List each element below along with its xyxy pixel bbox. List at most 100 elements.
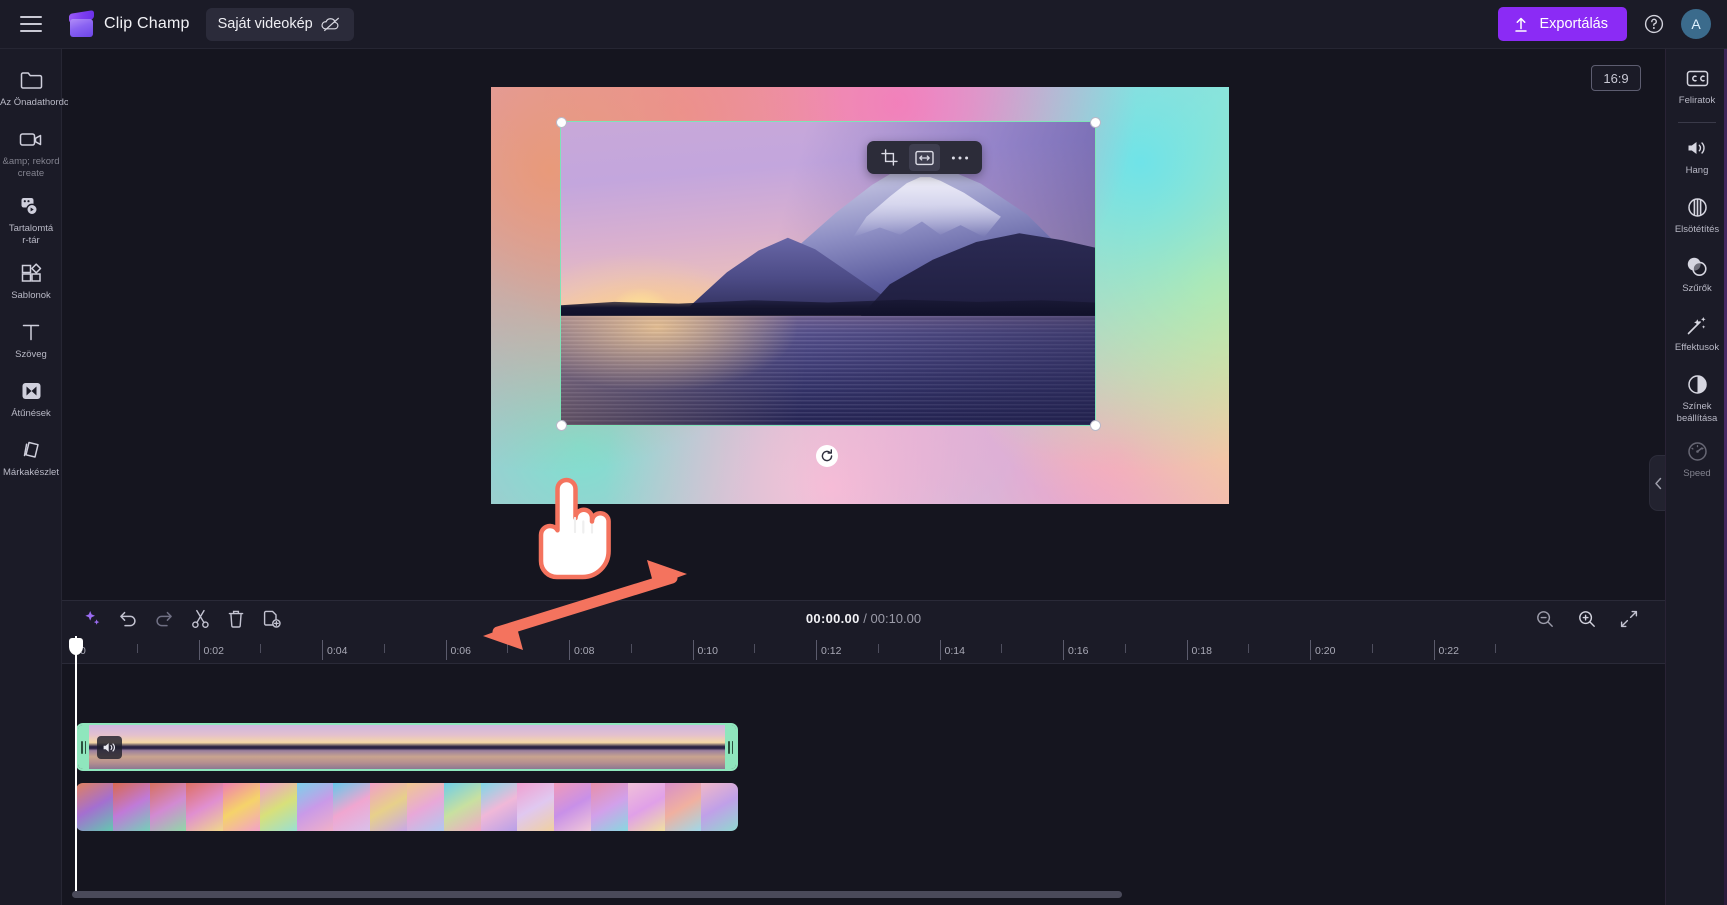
clipchamp-logo-icon (68, 9, 95, 37)
avatar[interactable]: A (1681, 9, 1711, 39)
project-name-chip[interactable]: Saját videokép (205, 7, 354, 41)
clip-thumbnail-frame (407, 783, 444, 831)
playhead-handle[interactable] (69, 638, 83, 655)
ruler-tick-major (198, 640, 200, 660)
more-options-button[interactable] (944, 144, 975, 171)
ruler-tick-minor (383, 644, 385, 653)
clip-floating-toolbar (867, 141, 982, 174)
sidebar-item-label: Speed (1683, 468, 1711, 479)
ruler-tick-minor (260, 644, 262, 653)
zoom-in-button[interactable] (1573, 606, 1601, 632)
crop-button[interactable] (874, 144, 905, 171)
hamburger-icon[interactable] (12, 5, 50, 43)
right-sidebar-collapse-toggle[interactable] (1649, 455, 1665, 511)
clip-thumbnail-frame (664, 783, 702, 831)
zoom-out-icon (1537, 610, 1553, 627)
clip-audio-toggle[interactable] (97, 736, 122, 759)
sidebar-item-brand-kit[interactable]: Márkakészlet (0, 429, 62, 488)
top-bar: Clip Champ Saját videokép Exportálás A (0, 0, 1727, 49)
ruler-tick-major (692, 640, 694, 660)
current-time: 00:00.00 (805, 611, 860, 626)
ruler-tick-label: 0:20 (1315, 645, 1336, 657)
clip-trim-handle-left[interactable] (78, 725, 89, 769)
video-canvas[interactable] (491, 87, 1229, 504)
export-button[interactable]: Exportálás (1498, 7, 1627, 41)
sidebar-item-audio[interactable]: Hang (1666, 127, 1727, 186)
resize-handle-bottom-left[interactable] (555, 419, 567, 431)
more-horizontal-icon (951, 156, 968, 159)
sidebar-item-effects[interactable]: Effektusok (1666, 304, 1727, 363)
templates-grid-icon (20, 261, 43, 285)
help-circle-icon[interactable] (1641, 11, 1667, 37)
ruler-tick-minor (1001, 644, 1003, 653)
timeline-toolbar-right (1531, 606, 1665, 632)
resize-handle-bottom-right[interactable] (1089, 419, 1101, 431)
ruler-tick-major (816, 640, 817, 660)
ruler-tick-label: 0:04 (327, 645, 348, 657)
time-display: 00:00.00 / 00:10.00 (62, 611, 1665, 626)
resize-handle-top-right[interactable] (1089, 116, 1101, 128)
clip-trim-handle-right[interactable] (725, 725, 736, 769)
brand-logo-link[interactable]: Clip Champ (68, 9, 190, 37)
clip-thumbnail-frame (76, 783, 113, 831)
timeline-tracks[interactable] (62, 664, 1665, 891)
aspect-ratio-label: 16:9 (1603, 70, 1629, 86)
clip-thumbnail-frame (219, 725, 266, 769)
split-button[interactable] (186, 606, 214, 632)
content-library-icon (19, 194, 43, 218)
sidebar-item-captions[interactable]: Feliratok (1666, 57, 1727, 116)
ai-tools-button[interactable] (78, 606, 106, 632)
total-time: 00:10.00 (870, 611, 922, 626)
rotate-icon (821, 449, 833, 462)
table-row[interactable] (76, 783, 738, 831)
sidebar-item-label: Szöveg (15, 349, 47, 360)
clip-thumbnail-frame (296, 783, 334, 831)
clip-thumbnail-frame (125, 725, 172, 769)
sidebar-item-media[interactable]: Az Önadathordozója (0, 59, 68, 118)
sidebar-item-templates[interactable]: Sablonok (0, 252, 62, 311)
clip-thumbnail-frame (333, 783, 371, 831)
sidebar-item-speed[interactable]: Speed (1666, 430, 1727, 489)
undo-button[interactable] (114, 606, 142, 632)
folder-icon (19, 68, 44, 92)
aspect-ratio-button[interactable]: 16:9 (1591, 65, 1641, 91)
avatar-initial: A (1691, 16, 1701, 32)
video-camera-icon (18, 127, 44, 151)
sidebar-item-content-library[interactable]: Tartalomtá r-tár (0, 185, 62, 252)
video-clip-preview[interactable] (560, 121, 1096, 426)
timeline-ruler[interactable]: 0 0:02 0:04 0:06 0:08 0:10 0:12 0:14 0:16 0:18 0:2… (62, 636, 1665, 664)
clip-thumbnail-frame (548, 725, 595, 769)
sidebar-item-record-create[interactable]: &amp; rekord create (0, 118, 62, 185)
sidebar-item-label: Átűnések (11, 408, 51, 419)
clip-thumbnail-frame (259, 783, 297, 831)
brand-kit-icon (20, 438, 43, 462)
ruler-tick-label: 0:16 (1068, 645, 1089, 657)
timeline-scrollbar-thumb[interactable] (72, 891, 1122, 898)
ruler-tick-label: 0:12 (821, 645, 842, 657)
fit-button[interactable] (909, 144, 940, 171)
duplicate-button[interactable] (258, 606, 286, 632)
rotate-handle[interactable] (816, 445, 838, 467)
table-row[interactable] (76, 723, 738, 771)
sidebar-item-adjust-colors[interactable]: Színek beállítása (1666, 363, 1727, 430)
ruler-tick-major (322, 640, 323, 660)
ruler-tick-minor (1371, 644, 1373, 653)
sidebar-item-transitions[interactable]: Átűnések (0, 370, 62, 429)
fit-timeline-button[interactable] (1615, 606, 1643, 632)
timeline-scrollbar-track[interactable] (62, 890, 1665, 899)
sidebar-item-filters[interactable]: Szűrők (1666, 245, 1727, 304)
sidebar-item-label: Szűrők (1682, 283, 1712, 294)
zoom-out-button[interactable] (1531, 606, 1559, 632)
sidebar-item-text[interactable]: Szöveg (0, 311, 62, 370)
sidebar-item-fade[interactable]: Elsötétítés (1666, 186, 1727, 245)
clip-thumbnail-frame (370, 783, 408, 831)
ruler-tick-major (939, 640, 941, 660)
filters-circles-icon (1685, 254, 1709, 278)
trash-icon (228, 610, 244, 628)
resize-handle-top-left[interactable] (555, 116, 567, 128)
delete-button[interactable] (222, 606, 250, 632)
redo-button[interactable] (150, 606, 178, 632)
clip-thumbnail-frame (172, 725, 219, 769)
duplicate-icon (263, 610, 281, 628)
preview-stage: 16:9 (62, 49, 1665, 643)
